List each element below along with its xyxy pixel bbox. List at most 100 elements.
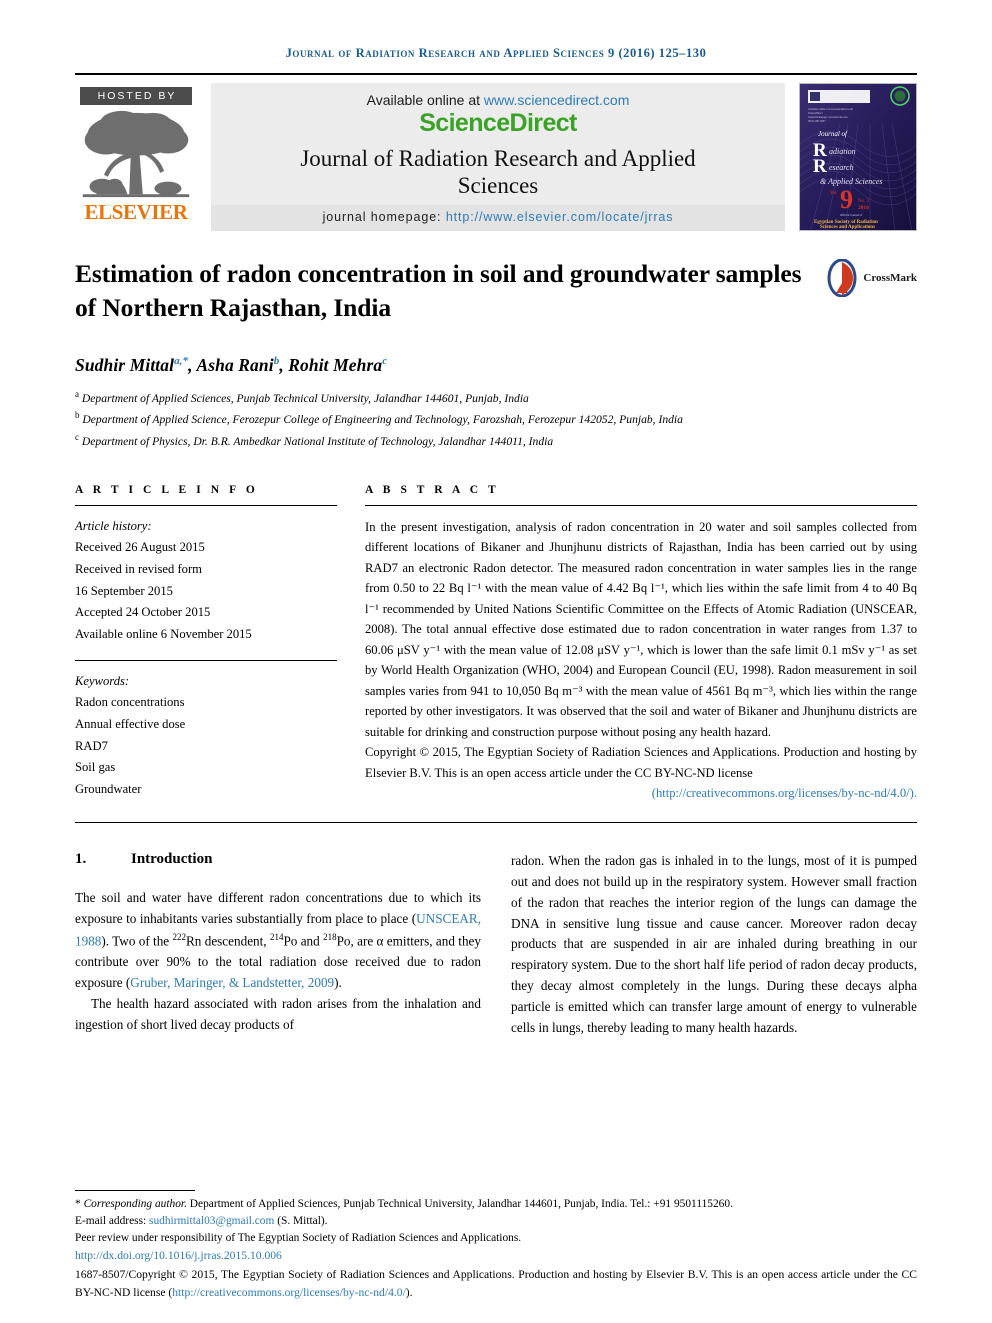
- sciencedirect-logo: ScienceDirect: [419, 109, 577, 137]
- running-head: Journal of Radiation Research and Applie…: [285, 46, 707, 60]
- intro-paragraph-3: radon. When the radon gas is inhaled in …: [511, 852, 917, 1035]
- email-link[interactable]: sudhirmittal03@gmail.com: [149, 1215, 274, 1227]
- keyword-item: Soil gas: [75, 760, 116, 775]
- final-cc-license-link[interactable]: http://creativecommons.org/licenses/by-n…: [172, 1286, 406, 1299]
- svg-text:adiation: adiation: [829, 147, 856, 156]
- citation-gruber-2009[interactable]: Gruber, Maringer, & Landstetter, 2009: [130, 975, 334, 990]
- abstract-column: A B S T R A C T In the present investiga…: [365, 484, 917, 804]
- affiliation-list: a Department of Applied Sciences, Punjab…: [75, 387, 917, 452]
- journal-title: Journal of Radiation Research and Applie…: [300, 146, 696, 199]
- body-column-right: radon. When the radon gas is inhaled in …: [511, 851, 917, 1039]
- author-list: Sudhir Mittala,*, Asha Ranib, Rohit Mehr…: [75, 354, 388, 375]
- author-name: Rohit Mehra: [288, 354, 383, 375]
- intro-text: Po and: [283, 933, 324, 949]
- page-title: Estimation of radon concentration in soi…: [75, 259, 802, 322]
- isotope-mass-222: 222: [172, 931, 187, 942]
- doi-link[interactable]: http://dx.doi.org/10.1016/j.jrras.2015.1…: [75, 1247, 917, 1265]
- homepage-label: journal homepage:: [322, 210, 446, 224]
- abstract-heading: A B S T R A C T: [365, 483, 500, 496]
- svg-text:R: R: [813, 156, 827, 177]
- article-info-divider: [75, 504, 337, 506]
- final-copyright: 1687-8507/Copyright © 2015, The Egyptian…: [75, 1266, 917, 1301]
- keyword-item: RAD7: [75, 738, 108, 753]
- keyword-item: Groundwater: [75, 781, 142, 796]
- isotope-mass-218: 218: [323, 931, 337, 942]
- cc-license-link[interactable]: (http://creativecommons.org/licenses/by-…: [652, 786, 917, 800]
- introduction-heading: 1. Introduction: [75, 851, 481, 868]
- available-online-label: Available online at: [366, 92, 484, 108]
- abstract-body: In the present investigation, analysis o…: [365, 517, 917, 804]
- svg-text:No. 2: No. 2: [858, 199, 870, 204]
- history-item: 16 September 2015: [75, 583, 173, 598]
- svg-text:esearch: esearch: [829, 163, 854, 172]
- history-item: Available online 6 November 2015: [75, 627, 252, 642]
- article-info-column: A R T I C L E I N F O Article history: R…: [75, 484, 337, 804]
- section-title: Introduction: [131, 850, 213, 867]
- history-item: Received in revised form: [75, 562, 202, 577]
- corresponding-label: Corresponding author.: [83, 1197, 187, 1210]
- email-suffix: (S. Mittal).: [274, 1215, 328, 1228]
- elsevier-tree-icon: [82, 110, 190, 198]
- footnote-section: * Corresponding author. Department of Ap…: [75, 1189, 917, 1301]
- abstract-text: In the present investigation, analysis o…: [365, 519, 917, 739]
- abstract-license-line: (http://creativecommons.org/licenses/by-…: [365, 783, 917, 804]
- keywords-block: Keywords: Radon concentrations Annual ef…: [75, 671, 337, 801]
- affiliation-text: Department of Physics, Dr. B.R. Ambedkar…: [81, 434, 554, 448]
- abstract-copyright: Copyright © 2015, The Egyptian Society o…: [365, 745, 917, 780]
- isotope-mass-214: 214: [269, 931, 284, 942]
- section-number: 1.: [75, 850, 87, 867]
- elsevier-logo-block: HOSTED BY ELSEVIER: [75, 83, 197, 231]
- hosted-by-badge: HOSTED BY: [80, 87, 192, 105]
- affiliation-text: Department of Applied Sciences, Punjab T…: [81, 391, 529, 405]
- journal-cover-thumbnail: Available online at www.sciencedirect.co…: [799, 83, 917, 231]
- author-affil-mark: b: [273, 354, 280, 367]
- corresponding-mark: *: [75, 1197, 81, 1210]
- keywords-divider: [75, 659, 337, 661]
- abstract-divider: [365, 504, 917, 506]
- author-name: Sudhir Mittal: [75, 354, 175, 375]
- body-column-left: 1. Introduction The soil and water have …: [75, 851, 481, 1039]
- final-copyright-suffix: ).: [405, 1285, 413, 1299]
- crossmark-icon: [827, 259, 857, 297]
- svg-text:Vol.: Vol.: [830, 191, 838, 196]
- svg-text:ISSN 1687-8507: ISSN 1687-8507: [808, 120, 826, 123]
- svg-text:9: 9: [840, 185, 853, 214]
- affiliation-item: c Department of Physics, Dr. B.R. Ambedk…: [75, 430, 917, 452]
- affiliation-item: a Department of Applied Sciences, Punjab…: [75, 387, 917, 409]
- author-name: Asha Rani: [196, 354, 274, 375]
- affiliation-mark: a: [75, 388, 79, 399]
- info-abstract-section: A R T I C L E I N F O Article history: R…: [75, 484, 917, 804]
- affiliation-mark: b: [75, 410, 80, 421]
- journal-cover-art: Available online at www.sciencedirect.co…: [800, 84, 916, 230]
- svg-text:2016: 2016: [858, 205, 869, 211]
- intro-text: ).: [334, 974, 342, 990]
- svg-text:Journal of: Journal of: [818, 130, 848, 138]
- header-divider: [75, 73, 917, 75]
- journal-masthead: HOSTED BY ELSEVIER Available online at w…: [75, 83, 917, 231]
- elsevier-wordmark: ELSEVIER: [84, 200, 188, 224]
- available-online-line: Available online at www.sciencedirect.co…: [367, 92, 630, 108]
- svg-text:Available online at www.scienc: Available online at www.sciencedirect.co…: [808, 108, 853, 111]
- history-item: Received 26 August 2015: [75, 540, 205, 555]
- author-affil-mark: a,*: [174, 354, 189, 367]
- article-history: Article history: Received 26 August 2015…: [75, 516, 337, 646]
- homepage-url[interactable]: http://www.elsevier.com/locate/jrras: [446, 210, 674, 224]
- article-info-heading: A R T I C L E I N F O: [75, 483, 259, 496]
- affiliation-mark: c: [75, 432, 79, 443]
- email-label: E-mail address:: [75, 1215, 150, 1228]
- article-history-label: Article history:: [75, 518, 152, 533]
- sciencedirect-url[interactable]: www.sciencedirect.com: [484, 92, 630, 108]
- email-note: E-mail address: sudhirmittal03@gmail.com…: [75, 1213, 917, 1230]
- footnote-divider: [75, 1189, 195, 1191]
- body-columns: 1. Introduction The soil and water have …: [75, 851, 917, 1039]
- corresponding-text: Department of Applied Sciences, Punjab T…: [186, 1197, 733, 1210]
- author-affil-mark: c: [382, 354, 388, 367]
- article-page: Journal of Radiation Research and Applie…: [0, 0, 992, 1299]
- affiliation-text: Department of Applied Science, Ferozepur…: [82, 413, 683, 427]
- corresponding-author-note: * Corresponding author. Department of Ap…: [75, 1196, 917, 1213]
- crossmark-label: CrossMark: [863, 272, 917, 284]
- title-block: Estimation of radon concentration in soi…: [75, 257, 917, 325]
- intro-text: ). Two of the: [101, 933, 173, 949]
- crossmark-badge[interactable]: CrossMark: [825, 257, 917, 297]
- journal-homepage-strip: journal homepage: http://www.elsevier.co…: [211, 205, 785, 231]
